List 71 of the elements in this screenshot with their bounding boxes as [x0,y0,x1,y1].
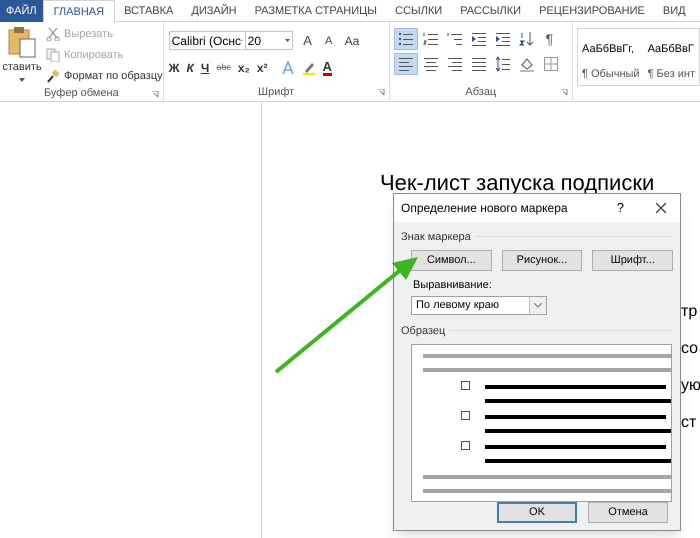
justify-icon [470,56,487,72]
dialog-button[interactable]: OK [497,502,577,523]
ribbon-tab[interactable]: ВИД [654,0,695,21]
format-button[interactable]: К [186,58,194,76]
ribbon-tab[interactable]: РАССЫЛКИ [451,0,530,21]
dialog-launcher-icon [378,89,385,96]
close-icon [656,202,666,213]
format-button[interactable]: Ч [200,58,210,76]
align-right-icon [446,56,463,72]
bullets-icon [398,31,414,47]
help-button[interactable]: ? [616,198,624,218]
font-color-button[interactable]: A [322,60,332,76]
borders-icon [542,56,559,72]
style-item[interactable]: АаБбВвГг, ¶ Обычный [578,29,644,85]
numbering-icon [422,31,439,47]
section-label: Знак маркера [401,230,471,244]
sort-icon [518,31,535,47]
alignment-dropdown[interactable]: По левому краю [411,296,547,314]
ribbon-tab[interactable]: ССЫЛКИ [386,0,452,21]
font-size-field[interactable]: 20 [244,31,293,50]
dialog-button[interactable]: Шрифт... [592,250,674,271]
ribbon-tab[interactable]: ВСТАВКА [115,0,182,21]
text-effects-icon [280,60,295,74]
section-label: Образец [401,324,446,338]
ribbon-tab[interactable]: РЕЦЕНЗИРОВАНИЕ [530,0,654,21]
painter-icon [46,69,60,83]
copy-icon [46,48,60,62]
dialog-title: Определение нового маркера [401,200,569,217]
ribbon-tab[interactable]: ДИЗАЙН [182,0,246,21]
file-tab[interactable]: ФАЙЛ [0,0,43,22]
document-text: со [681,339,700,359]
align-center-icon [422,56,439,72]
clipboard-item[interactable]: Формат по образцу [46,67,163,85]
shrink-font-button[interactable]: A [320,32,338,49]
style-item[interactable]: АаБбВвГ ¶ Без инт [644,29,699,85]
field-label: Выравнивание: [412,278,492,293]
font-name-field[interactable]: Calibri (Оснс [168,31,246,50]
document-heading: Чек-лист запуска подписки [380,169,654,197]
dialog-button[interactable]: Отмена [588,502,668,523]
show-marks-button[interactable]: ¶ [546,28,554,50]
document-text: ст [681,413,698,433]
shading-icon [518,56,535,72]
ribbon-tab[interactable]: РАЗМЕТКА СТРАНИЦЫ [246,0,386,21]
group-label: Шрифт [258,84,294,100]
group-label: Абзац [465,84,496,100]
outdent-icon [470,31,487,47]
document-text: ую [681,376,700,396]
line-spacing-icon [494,56,511,72]
document-text: тр [681,302,698,322]
dialog-launcher-icon [560,89,568,96]
highlighter-icon [302,60,316,74]
dialog-launcher-icon [152,91,159,98]
cut-icon [46,27,60,41]
grow-font-button[interactable]: A [298,31,317,50]
format-button[interactable]: x² [256,58,268,76]
ribbon-tab[interactable]: ГЛАВНАЯ [42,0,116,23]
clipboard-icon [7,26,37,58]
format-button[interactable]: Ж [168,58,180,76]
change-case-button[interactable]: Aa [344,32,360,50]
align-left-icon [398,56,414,72]
group-label: Буфер обмена [44,86,119,101]
dialog-button[interactable]: Символ... [411,250,492,271]
dialog-button[interactable]: Рисунок... [502,250,582,271]
paste-button[interactable]: ставить [0,22,44,85]
format-button[interactable]: x₂ [238,58,250,76]
format-button[interactable]: abc [216,60,231,74]
align-left-button[interactable] [394,53,418,75]
multilevel-icon [446,31,463,47]
bullets-button[interactable] [394,28,418,50]
chevron-down-icon [534,302,542,308]
indent-icon [494,31,511,47]
